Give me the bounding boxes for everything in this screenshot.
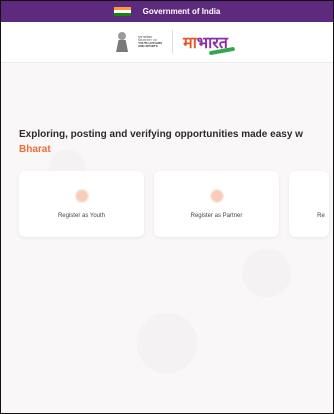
register-youth-card[interactable]: Register as Youth bbox=[19, 171, 144, 237]
register-partner-card[interactable]: Register as Partner bbox=[154, 171, 279, 237]
topbar-title: Government of India bbox=[142, 7, 221, 16]
card-label: Re bbox=[317, 213, 325, 219]
national-emblem-icon bbox=[116, 32, 129, 52]
menu-edge bbox=[325, 22, 333, 62]
hero-headline: Exploring, posting and verifying opportu… bbox=[19, 129, 303, 140]
brand-main: मा bbox=[183, 33, 197, 52]
background-pattern bbox=[1, 63, 333, 413]
gov-topbar: Government of India bbox=[1, 1, 333, 22]
ministry-line: AND SPORTS bbox=[138, 44, 158, 48]
browser-frame: Government of India युवा कार्यक्रम MINIS… bbox=[0, 0, 334, 414]
header-divider bbox=[172, 30, 174, 54]
ministry-logo-text: युवा कार्यक्रम MINISTRY OF YOUTH AFFAIRS… bbox=[138, 36, 162, 48]
mera-bharat-logo[interactable]: माभारत bbox=[183, 31, 236, 56]
partner-icon bbox=[209, 189, 224, 203]
hero-subheadline: Bharat bbox=[19, 144, 51, 155]
card-label: Register as Youth bbox=[57, 213, 106, 219]
site-header: युवा कार्यक्रम MINISTRY OF YOUTH AFFAIRS… bbox=[1, 22, 333, 63]
register-cards: Register as Youth Register as Partner Re bbox=[19, 171, 329, 237]
register-card-partial[interactable]: Re bbox=[289, 171, 329, 237]
card-label: Register as Partner bbox=[190, 213, 243, 219]
india-flag-icon bbox=[113, 6, 131, 17]
youth-icon bbox=[74, 189, 89, 203]
